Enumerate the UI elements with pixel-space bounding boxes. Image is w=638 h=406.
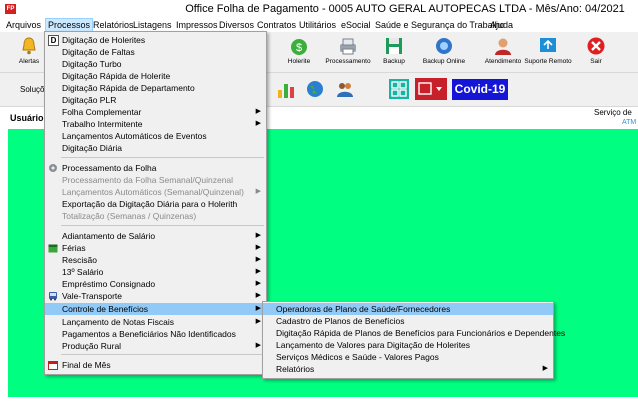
submenu-arrow-icon: ▶ <box>255 244 261 251</box>
covid-19-button[interactable]: Covid-19 <box>452 79 508 100</box>
alertas-button[interactable]: Alertas <box>14 35 44 71</box>
menu-item-digitacao-diaria[interactable]: Digitação Diária <box>45 142 266 154</box>
menu-impressos[interactable]: Impressos <box>174 19 220 31</box>
menu-item-producao-rural[interactable]: Produção Rural ▶ <box>45 340 266 352</box>
bus-icon <box>49 292 57 301</box>
service-label: Serviço de <box>594 108 632 117</box>
money-bag-icon: $ <box>291 39 307 55</box>
bar-chart-icon[interactable] <box>276 79 296 99</box>
atm-label: ATM <box>622 119 637 126</box>
controle-beneficios-submenu: Operadoras de Plano de Saúde/Fornecedore… <box>262 301 565 379</box>
submenu-arrow-icon: ▶ <box>255 268 261 275</box>
red-dropdown-icon[interactable] <box>415 78 447 100</box>
menu-item-totalizacao[interactable]: Totalização (Semanas / Quinzenas) <box>45 210 266 222</box>
menu-item-processamento-folha[interactable]: Processamento da Folha <box>45 162 266 174</box>
submenu-item-relatorios[interactable]: Relatórios ▶ <box>263 363 553 375</box>
menu-diversos[interactable]: Diversos <box>217 19 256 31</box>
calendar-red-icon <box>48 361 58 370</box>
menu-item-lancamento-notas-fiscais[interactable]: Lançamento de Notas Fiscais ▶ <box>45 316 266 328</box>
menu-item-ferias[interactable]: Férias ▶ <box>45 242 266 254</box>
menu-bar: Arquivos Processos Relatórios Listagens … <box>0 18 638 32</box>
menu-processos[interactable]: Processos <box>45 18 94 32</box>
title-bar: FP Office Folha de Pagamento - 0005 AUTO… <box>0 0 638 18</box>
menu-item-emprestimo-consignado[interactable]: Empréstimo Consignado ▶ <box>45 278 266 290</box>
submenu-arrow-icon: ▶ <box>255 318 261 325</box>
printer-icon <box>340 38 356 55</box>
gear-icon <box>49 164 57 172</box>
floppy-icon <box>386 38 402 54</box>
menu-esocial[interactable]: eSocial <box>339 19 373 31</box>
submenu-arrow-icon: ▶ <box>255 108 261 115</box>
cloud-backup-icon <box>436 38 452 54</box>
menu-listagens[interactable]: Listagens <box>131 19 174 31</box>
submenu-arrow-icon: ▶ <box>255 232 261 239</box>
menu-item-digitacao-holerites[interactable]: D Digitação de Holerites <box>45 34 266 46</box>
menu-item-lancamentos-automaticos-semanal[interactable]: Lançamentos Automáticos (Semanal/Quinzen… <box>45 186 266 198</box>
submenu-item-cadastro-planos[interactable]: Cadastro de Planos de Benefícios <box>263 315 553 327</box>
menu-relatorios[interactable]: Relatórios <box>91 19 136 31</box>
menu-item-pagamentos-beneficiarios[interactable]: Pagamentos a Beneficiários Não Identific… <box>45 328 266 340</box>
menu-saude-seguranca[interactable]: Saúde e Segurança do Trabalho <box>373 19 507 31</box>
menu-item-exportacao-digitacao-diaria[interactable]: Exportação da Digitação Diária para o Ho… <box>45 198 266 210</box>
submenu-item-digitacao-rapida-planos[interactable]: Digitação Rápida de Planos de Benefícios… <box>263 327 565 339</box>
menu-item-processamento-semanal[interactable]: Processamento da Folha Semanal/Quinzenal <box>45 174 266 186</box>
menu-item-rescisao[interactable]: Rescisão ▶ <box>45 254 266 266</box>
sair-button[interactable]: Sair <box>571 35 621 71</box>
submenu-item-lancamento-valores[interactable]: Lançamento de Valores para Digitação de … <box>263 339 553 351</box>
submenu-item-servicos-medicos[interactable]: Serviços Médicos e Saúde - Valores Pagos <box>263 351 553 363</box>
processamento-button[interactable]: Processamento <box>320 35 376 71</box>
processos-dropdown: D Digitação de Holerites Digitação de Fa… <box>44 31 267 375</box>
menu-separator <box>61 225 264 226</box>
people-icon[interactable] <box>335 79 355 99</box>
support-person-icon <box>495 38 511 55</box>
submenu-arrow-icon: ▶ <box>255 342 261 349</box>
submenu-arrow-icon: ▶ <box>255 120 261 127</box>
menu-item-vale-transporte[interactable]: Vale-Transporte ▶ <box>45 290 266 302</box>
menu-item-trabalho-intermitente[interactable]: Trabalho Intermitente ▶ <box>45 118 266 130</box>
menu-item-controle-beneficios[interactable]: Controle de Benefícios ▶ <box>45 303 266 315</box>
menu-item-13-salario[interactable]: 13º Salário ▶ <box>45 266 266 278</box>
holerite-button[interactable]: $ Holerite <box>274 35 324 71</box>
menu-item-adiantamento-salario[interactable]: Adiantamento de Salário ▶ <box>45 230 266 242</box>
submenu-arrow-icon: ▶ <box>255 305 261 312</box>
menu-separator <box>61 354 264 355</box>
submenu-item-operadoras[interactable]: Operadoras de Plano de Saúde/Fornecedore… <box>263 303 553 315</box>
menu-item-digitacao-rapida-holerite[interactable]: Digitação Rápida de Holerite <box>45 70 266 82</box>
menu-item-lancamentos-automaticos-eventos[interactable]: Lançamentos Automáticos de Eventos <box>45 130 266 142</box>
app-logo-icon: FP <box>5 4 16 14</box>
menu-utilitarios[interactable]: Utilitários <box>297 19 338 31</box>
d-icon: D <box>48 35 59 46</box>
menu-item-digitacao-faltas[interactable]: Digitação de Faltas <box>45 46 266 58</box>
grid-apps-icon[interactable] <box>388 78 410 100</box>
exit-icon <box>587 37 605 55</box>
backup-button[interactable]: Backup <box>369 35 419 71</box>
menu-item-digitacao-rapida-departamento[interactable]: Digitação Rápida de Departamento <box>45 82 266 94</box>
submenu-arrow-icon: ▶ <box>255 280 261 287</box>
calendar-icon <box>48 244 58 253</box>
bell-icon <box>22 37 36 55</box>
menu-item-final-de-mes[interactable]: Final de Mês <box>45 359 266 371</box>
svg-text:$: $ <box>296 42 302 54</box>
submenu-arrow-icon: ▶ <box>255 256 261 263</box>
menu-ajuda[interactable]: Ajuda <box>488 19 515 31</box>
globe-icon[interactable] <box>305 79 325 99</box>
submenu-arrow-icon: ▶ <box>255 188 261 195</box>
remote-support-icon <box>540 38 556 52</box>
menu-item-digitacao-plr[interactable]: Digitação PLR <box>45 94 266 106</box>
menu-contratos[interactable]: Contratos <box>255 19 298 31</box>
backup-online-button[interactable]: Backup Online <box>416 35 472 71</box>
menu-item-digitacao-turbo[interactable]: Digitação Turbo <box>45 58 266 70</box>
submenu-arrow-icon: ▶ <box>542 365 548 372</box>
menu-arquivos[interactable]: Arquivos <box>4 19 43 31</box>
menu-item-folha-complementar[interactable]: Folha Complementar ▶ <box>45 106 266 118</box>
suporte-remoto-button[interactable]: Suporte Remoto <box>521 35 575 71</box>
submenu-arrow-icon: ▶ <box>255 292 261 299</box>
window-title: Office Folha de Pagamento - 0005 AUTO GE… <box>185 3 625 15</box>
menu-separator <box>61 157 264 158</box>
